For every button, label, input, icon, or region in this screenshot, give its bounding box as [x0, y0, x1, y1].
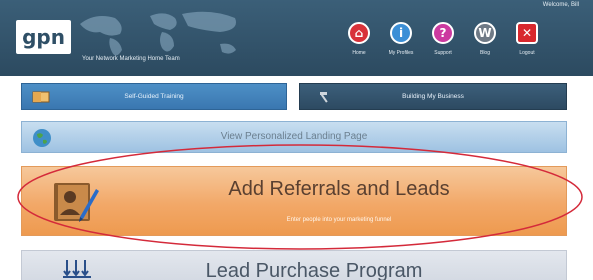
nav-logout-label: Logout	[519, 50, 535, 56]
self-guided-training-label: Self-Guided Training	[124, 93, 184, 100]
home-icon: ⌂	[348, 22, 370, 44]
view-landing-page-label: View Personalized Landing Page	[220, 131, 368, 142]
add-referrals-subtitle: Enter people into your marketing funnel	[286, 217, 392, 223]
nav-home-button[interactable]: ⌂ Home	[341, 22, 377, 70]
support-icon: ?	[432, 22, 454, 44]
add-referrals-title: Add Referrals and Leads	[228, 178, 450, 200]
lead-purchase-title: Lead Purchase Program	[205, 260, 423, 280]
nav-blog-label: Blog	[479, 50, 490, 56]
logout-icon: ✕	[516, 22, 538, 44]
header-bar: gpn Your Network Marketing Home Team Wel…	[0, 0, 593, 76]
nav-profiles-label: My Profiles	[388, 50, 414, 56]
profile-icon: i	[390, 22, 412, 44]
tagline: Your Network Marketing Home Team	[82, 56, 180, 62]
building-my-business-label: Building My Business	[402, 93, 464, 100]
self-guided-training-button[interactable]: Self-Guided Training	[21, 83, 287, 110]
add-referrals-button[interactable]: Add Referrals and Leads Enter people int…	[21, 166, 567, 236]
nav-logout-button[interactable]: ✕ Logout	[509, 22, 545, 70]
view-landing-page-button[interactable]: View Personalized Landing Page	[21, 121, 567, 153]
nav-home-label: Home	[352, 50, 366, 56]
nav-profiles-button[interactable]: i My Profiles	[383, 22, 419, 70]
lead-purchase-button[interactable]: Lead Purchase Program	[21, 250, 567, 280]
nav-support-button[interactable]: ? Support	[425, 22, 461, 70]
wordpress-icon: W	[474, 22, 496, 44]
welcome-text: Welcome, Bill	[542, 2, 579, 8]
nav-blog-button[interactable]: W Blog	[467, 22, 503, 70]
gpn-logo[interactable]: gpn	[16, 20, 71, 54]
building-my-business-button[interactable]: Building My Business	[299, 83, 567, 110]
world-map-graphic	[80, 11, 236, 56]
nav-support-label: Support	[434, 50, 452, 56]
